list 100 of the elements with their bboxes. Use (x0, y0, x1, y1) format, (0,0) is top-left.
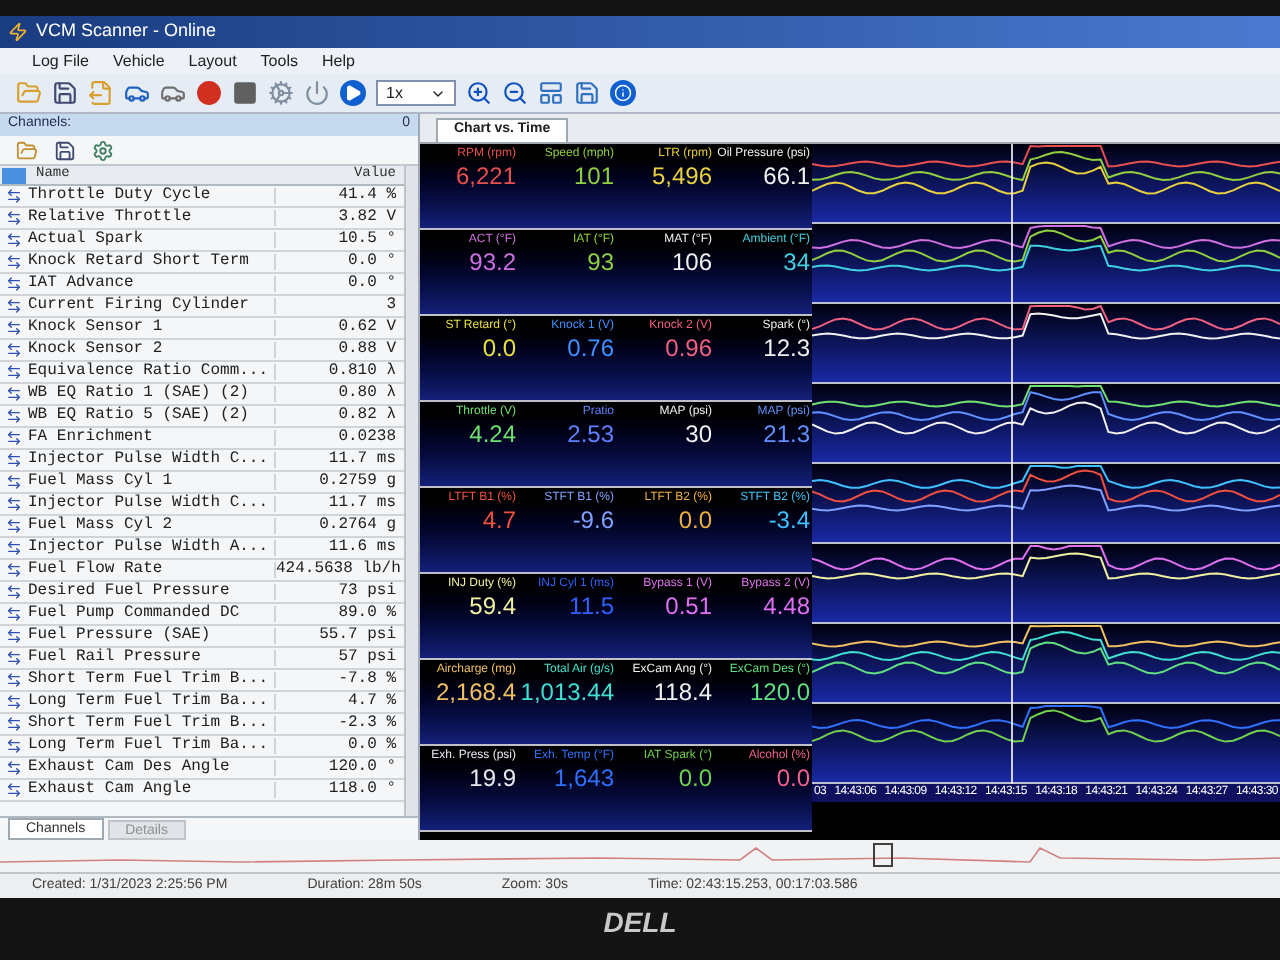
table-cell: Knock Sensor 1 (28, 320, 276, 336)
gauge-value: 21.3 (763, 420, 810, 448)
header-marker (2, 167, 26, 183)
zoom-out-icon[interactable] (502, 80, 528, 106)
table-cell-text: 0.0 ° (345, 254, 398, 270)
channel-icon (6, 320, 22, 336)
gauge-value: -9.6 (572, 506, 614, 534)
gauge-value: 93.2 (469, 248, 516, 276)
gauge-value: 59.4 (469, 592, 516, 620)
folder-icon[interactable] (16, 139, 38, 161)
settings-icon[interactable] (92, 139, 114, 161)
channel-icon (6, 650, 22, 666)
channel-icon (6, 540, 22, 556)
gauge-value: 4.24 (469, 420, 516, 448)
save-icon[interactable] (54, 139, 76, 161)
gauge-value: 0.76 (567, 334, 614, 362)
table-cell: Fuel Pump Commanded DC (28, 606, 276, 622)
channel-icon (6, 232, 22, 248)
table-cell: FA Enrichment (28, 430, 276, 446)
menu-item[interactable]: Tools (260, 49, 298, 73)
table-cell: Fuel Mass Cyl 2 (28, 518, 276, 534)
channel-icon (6, 628, 22, 644)
table-cell-text: -7.8 % (336, 672, 398, 688)
channel-icon (6, 364, 22, 380)
gauge-value: 93 (587, 248, 614, 276)
menu-item[interactable]: Help (321, 49, 355, 73)
info-icon[interactable] (610, 80, 636, 106)
table-cell: Long Term Fuel Trim Ba... (28, 694, 276, 710)
table-cell: Actual Spark (28, 232, 276, 248)
menu-item[interactable]: Layout (188, 49, 237, 73)
gauge-value: 66.1 (763, 162, 810, 190)
menu-item[interactable]: Log File (32, 49, 89, 73)
table-cell-text: 3 (384, 298, 398, 314)
channel-icon (6, 518, 22, 534)
gauge-value: 11.5 (569, 592, 614, 620)
table-cell: Short Term Fuel Trim B... (28, 716, 276, 732)
table-cell-text: 0.0238 (336, 430, 398, 446)
table-cell-text: 57 psi (336, 650, 398, 666)
stop-icon[interactable] (232, 80, 258, 106)
table-cell-text: 55.7 psi (317, 628, 398, 644)
table-cell: Exhaust Cam Angle (28, 782, 276, 798)
table-cell-text: 0.0 ° (345, 276, 398, 292)
table-cell-text: 0.2759 g (317, 474, 398, 490)
gauge-value: 0.96 (665, 334, 712, 362)
layout-icon[interactable] (538, 80, 564, 106)
channel-icon (6, 716, 22, 732)
channel-icon (6, 408, 22, 424)
gauge-value: 0.0 (482, 334, 516, 362)
gauge-value: 0.0 (678, 764, 712, 792)
channel-icon (6, 276, 22, 292)
zoom-in-icon[interactable] (466, 80, 492, 106)
table-cell: Throttle Duty Cycle (28, 188, 276, 204)
table-cell-text: 73 psi (336, 584, 398, 600)
table-cell: WB EQ Ratio 1 (SAE) (2) (28, 386, 276, 402)
channel-icon (6, 386, 22, 402)
table-cell: Long Term Fuel Trim Ba... (28, 738, 276, 754)
table-cell-text: 0.810 λ (326, 364, 398, 380)
channel-icon (6, 562, 22, 578)
gauge-value: 0.51 (665, 592, 712, 620)
table-cell-text: 0.0 % (345, 738, 398, 754)
table-cell-text: 0.2764 g (317, 518, 398, 534)
record-icon[interactable] (196, 80, 222, 106)
table-cell: Knock Retard Short Term (28, 254, 276, 270)
table-cell-text: 118.0 ° (326, 782, 398, 798)
table-cell: Current Firing Cylinder (28, 298, 276, 314)
menu-item[interactable]: Vehicle (112, 49, 165, 73)
monitor-logo: DELL (603, 904, 677, 942)
gauge-value: 30 (685, 420, 712, 448)
gauge-value: 0.0 (776, 764, 810, 792)
table-cell-text: 0.88 V (336, 342, 398, 358)
channel-icon (6, 782, 22, 798)
gauge-value: 19.9 (469, 764, 516, 792)
table-cell: Fuel Rail Pressure (28, 650, 276, 666)
table-cell-text: 11.7 ms (326, 452, 398, 468)
play-icon[interactable] (340, 80, 366, 106)
channel-icon (6, 430, 22, 446)
table-cell-text: 41.4 % (336, 188, 398, 204)
table-cell: Knock Sensor 2 (28, 342, 276, 358)
gauge-value: 118.4 (653, 678, 712, 706)
table-cell: Injector Pulse Width A... (28, 540, 276, 556)
scrollbar[interactable] (404, 166, 418, 816)
power-icon[interactable] (304, 80, 330, 106)
speed-dropdown[interactable]: 1x (376, 80, 456, 106)
table-cell: Relative Throttle (28, 210, 276, 226)
table-cell-text: 0.82 λ (336, 408, 398, 424)
channel-icon (6, 760, 22, 776)
table-cell-text: 89.0 % (336, 606, 398, 622)
channel-icon (6, 738, 22, 754)
table-cell-text: 4.7 % (345, 694, 398, 710)
table-cell-text: 11.7 ms (326, 496, 398, 512)
window-title: VCM Scanner - Online (36, 18, 217, 45)
table-cell: Fuel Pressure (SAE) (28, 628, 276, 644)
gauge-value: -3.4 (768, 506, 810, 534)
gauge-value: 1,013.44 (520, 678, 614, 706)
table-cell-text: -2.3 % (336, 716, 398, 732)
save-icon[interactable] (52, 80, 78, 106)
channel-icon (6, 584, 22, 600)
save-layout-icon[interactable] (574, 80, 600, 106)
table-cell: Desired Fuel Pressure (28, 584, 276, 600)
gauge-value: 120.0 (749, 678, 810, 706)
